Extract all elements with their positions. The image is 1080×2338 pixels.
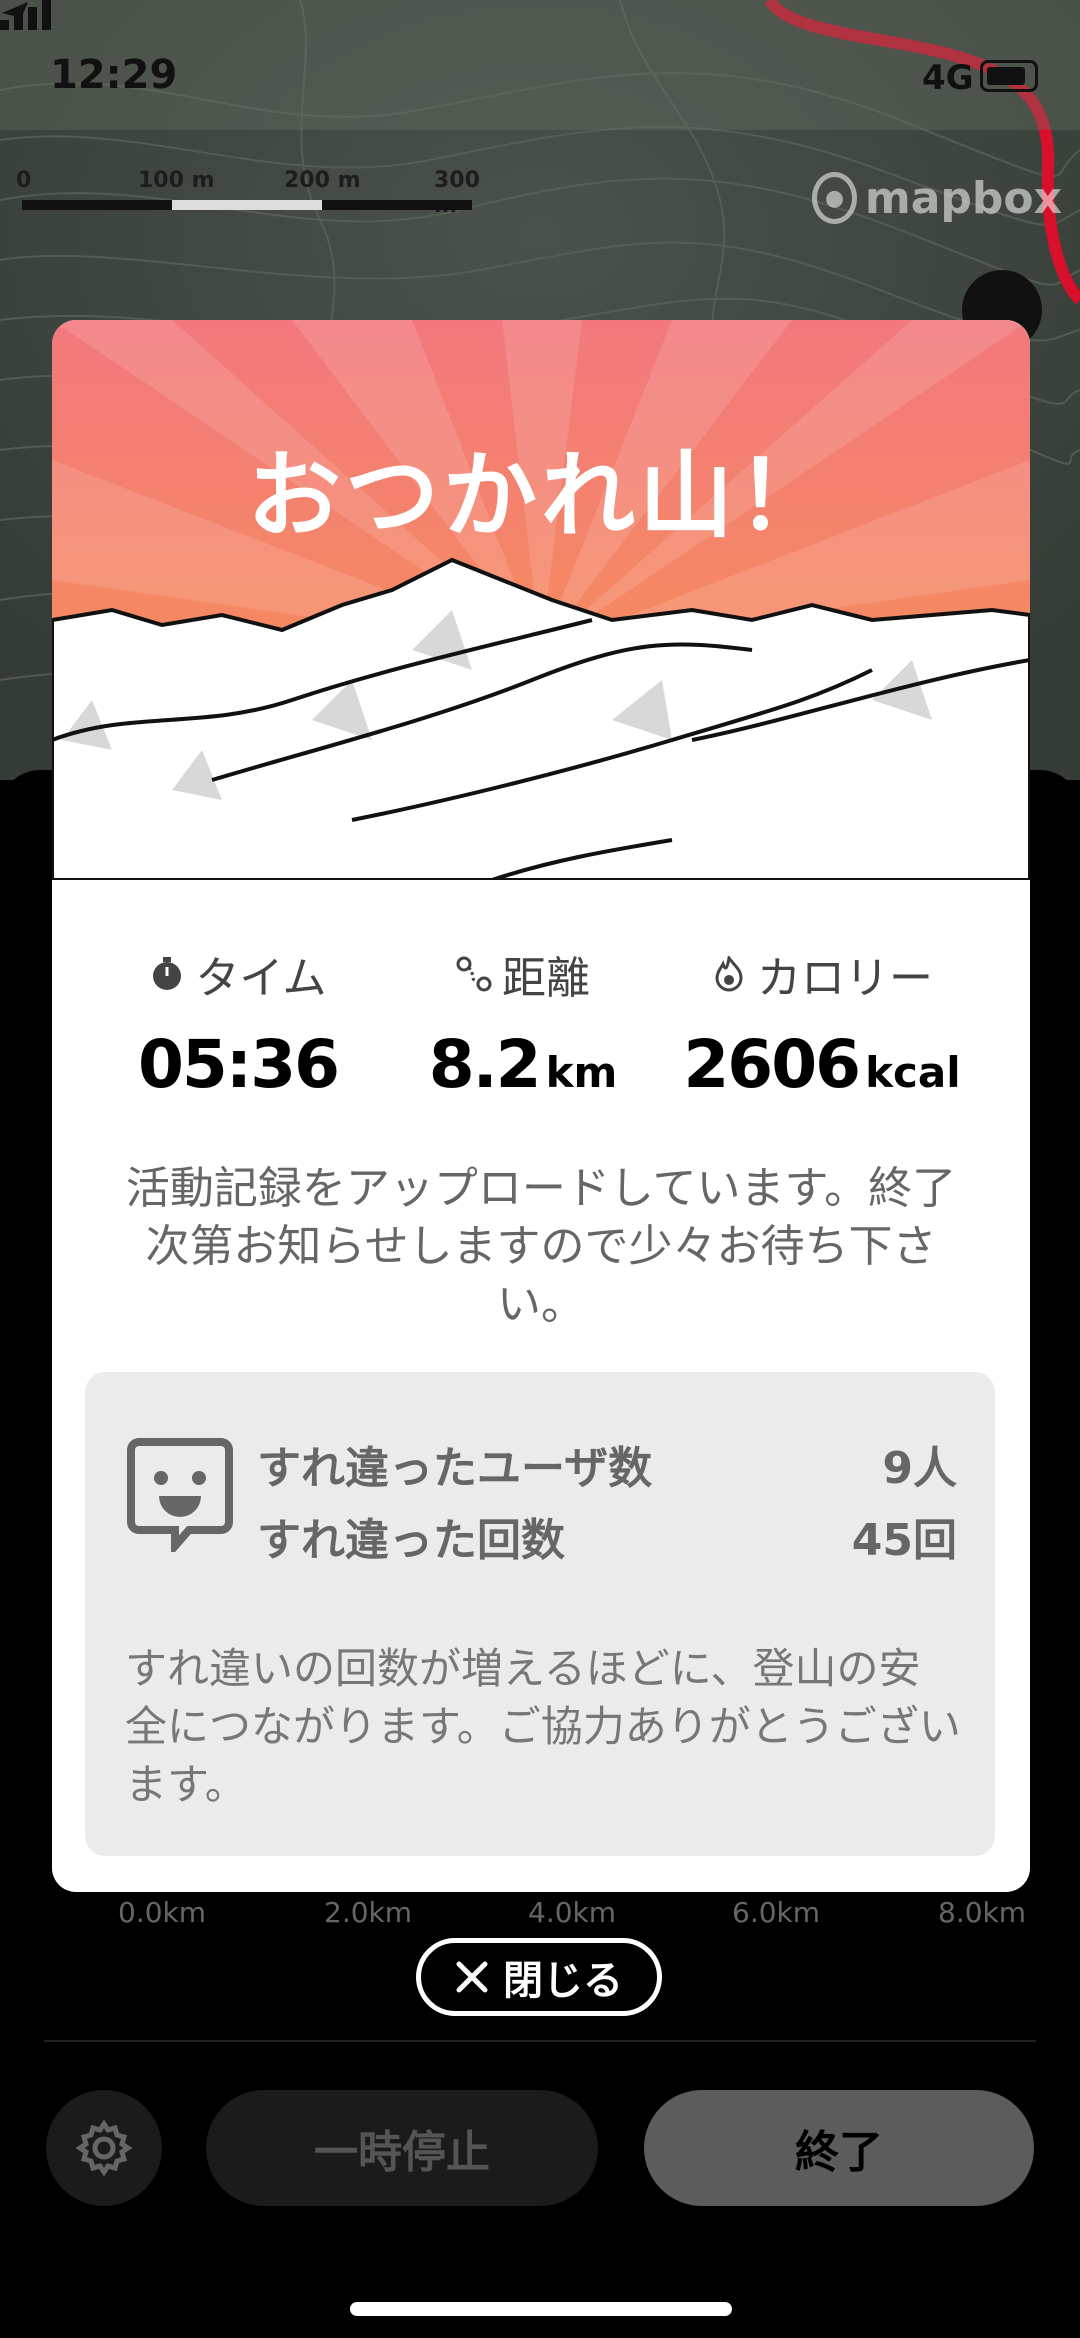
map-scale-bar: 0 100 m 200 m 300 m — [16, 168, 502, 218]
settings-button[interactable] — [46, 2090, 162, 2206]
close-button[interactable]: 閉じる — [416, 1938, 662, 2016]
elevation-axis-label: 0.0km — [118, 1896, 207, 1929]
stat-unit: kcal — [865, 1048, 961, 1097]
passing-count-row: すれ違った回数 45回 — [257, 1504, 957, 1568]
scale-segment — [322, 200, 472, 210]
end-button[interactable]: 終了 — [644, 2090, 1034, 2206]
gear-icon — [76, 2120, 132, 2176]
stat-calories: カロリー 2606 kcal — [652, 942, 992, 1103]
passing-count-label: すれ違った回数 — [257, 1515, 565, 1566]
mapbox-mark-icon: ● — [812, 172, 857, 224]
stat-value: 05:36 — [137, 1026, 340, 1103]
close-icon — [456, 1961, 488, 1993]
mapbox-logo[interactable]: ● mapbox — [812, 166, 1062, 230]
flame-icon — [715, 956, 743, 992]
passing-users-value: 9人 — [882, 1443, 957, 1494]
passing-face-icon — [127, 1438, 233, 1552]
passing-summary: すれ違ったユーザ数 9人 すれ違った回数 45回 すれ違いの回数が増えるほどに、… — [85, 1372, 995, 1856]
stat-label: 距離 — [502, 953, 590, 1004]
scale-label: 0 — [16, 168, 32, 193]
elevation-axis-label: 6.0km — [732, 1896, 821, 1929]
stopwatch-icon — [153, 957, 182, 990]
scale-label: 300 m — [434, 168, 480, 218]
sunburst-mountain-illustration — [52, 320, 1030, 880]
route-icon — [456, 956, 492, 992]
upload-status-message: 活動記録をアップロードしています。終了次第お知らせしますので少々お待ち下さい。 — [125, 1163, 957, 1330]
close-label: 閉じる — [503, 1958, 623, 2004]
stat-label: カロリー — [757, 953, 933, 1004]
passing-count-value: 45回 — [851, 1515, 957, 1566]
passing-users-row: すれ違ったユーザ数 9人 — [257, 1432, 957, 1496]
stat-value: 8.2 — [428, 1026, 542, 1103]
stat-distance: 距離 8.2 km — [388, 942, 658, 1103]
network-type: 4G — [922, 58, 974, 98]
stat-unit: km — [545, 1048, 618, 1097]
passing-note: すれ違いの回数が増えるほどに、登山の安全につながります。ご協力ありがとうございま… — [125, 1644, 961, 1809]
scale-label: 200 m — [284, 168, 361, 193]
elevation-axis-label: 2.0km — [324, 1896, 413, 1929]
stat-value: 2606 — [683, 1026, 861, 1103]
elevation-axis-label: 8.0km — [938, 1896, 1027, 1929]
stat-label: タイム — [195, 953, 327, 1004]
battery-icon — [980, 60, 1038, 92]
dialog-title: おつかれ山！ — [246, 442, 835, 551]
scale-label: 100 m — [138, 168, 215, 193]
completion-dialog: おつかれ山！ タイム 05:36 距離 8.2 km カロリー 2606 kca… — [52, 320, 1030, 1892]
pause-button[interactable]: 一時停止 — [206, 2090, 598, 2206]
cellular-signal-icon — [0, 0, 51, 30]
elevation-axis-label: 4.0km — [528, 1896, 617, 1929]
divider — [44, 2040, 1036, 2042]
scale-segment — [22, 200, 172, 210]
status-bar: 12:29 4G — [0, 0, 1080, 150]
status-time: 12:29 — [50, 52, 178, 98]
passing-users-label: すれ違ったユーザ数 — [257, 1443, 653, 1494]
mapbox-wordmark: mapbox — [864, 172, 1062, 224]
scale-segment — [172, 200, 322, 210]
home-indicator[interactable] — [350, 2302, 732, 2316]
stat-time: タイム 05:36 — [88, 942, 388, 1103]
